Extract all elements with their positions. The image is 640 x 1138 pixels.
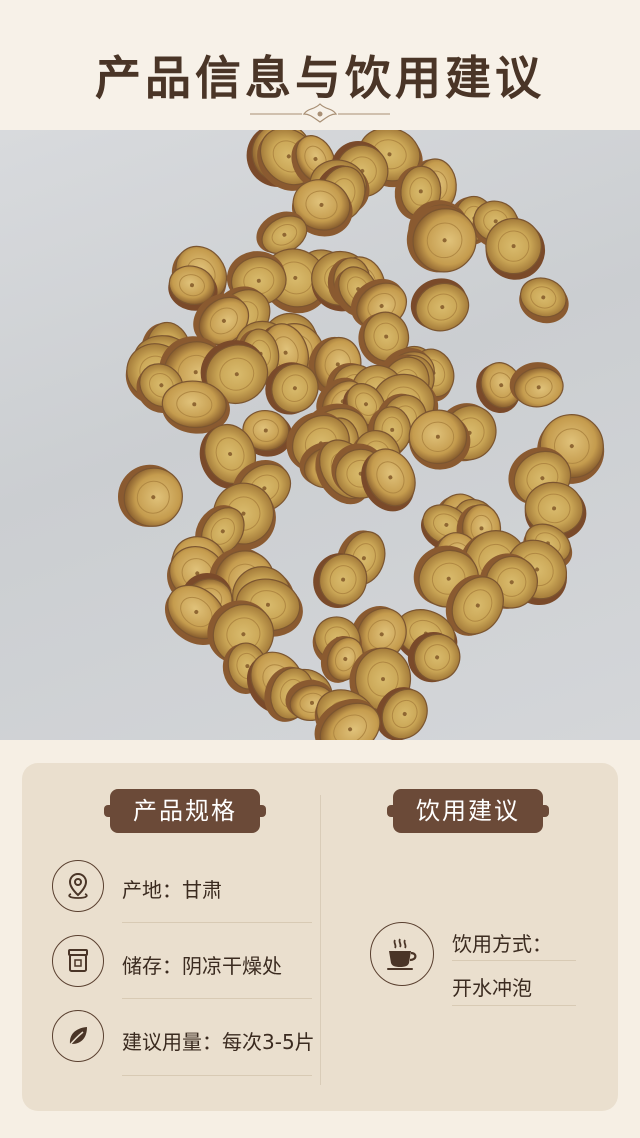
drink-badge: 饮用建议 (387, 789, 549, 833)
spec-storage: 储存：阴凉干燥处 (122, 950, 282, 979)
spec-origin-label: 产地： (122, 878, 182, 902)
specs-badge: 产品规格 (104, 789, 266, 833)
card-divider (320, 795, 321, 1085)
page-header: 产品信息与饮用建议 (0, 0, 640, 130)
spec-dosage-label: 建议用量： (122, 1030, 222, 1054)
licorice-slices-image (117, 130, 605, 740)
drink-method-value: 开水冲泡 (452, 976, 532, 1000)
spec-storage-label: 储存： (122, 954, 182, 978)
spec-dosage: 建议用量：每次3-5片 (122, 1026, 315, 1055)
row-divider (122, 1075, 312, 1076)
row-divider (452, 960, 576, 961)
spec-dosage-value: 每次3-5片 (222, 1030, 315, 1054)
row-divider (122, 998, 312, 999)
leaf-icon (52, 1010, 104, 1062)
product-photo (0, 130, 640, 740)
row-divider (452, 1005, 576, 1006)
spec-origin-value: 甘肃 (182, 878, 222, 902)
row-divider (122, 922, 312, 923)
spec-storage-value: 阴凉干燥处 (182, 954, 282, 978)
page-title: 产品信息与饮用建议 (95, 51, 545, 105)
hot-cup-icon (370, 922, 434, 986)
location-pin-icon (52, 860, 104, 912)
drink-method-label: 饮用方式： (452, 932, 552, 956)
storage-jar-icon (52, 935, 104, 987)
spec-origin: 产地：甘肃 (122, 874, 222, 903)
ornament-divider (250, 103, 390, 123)
